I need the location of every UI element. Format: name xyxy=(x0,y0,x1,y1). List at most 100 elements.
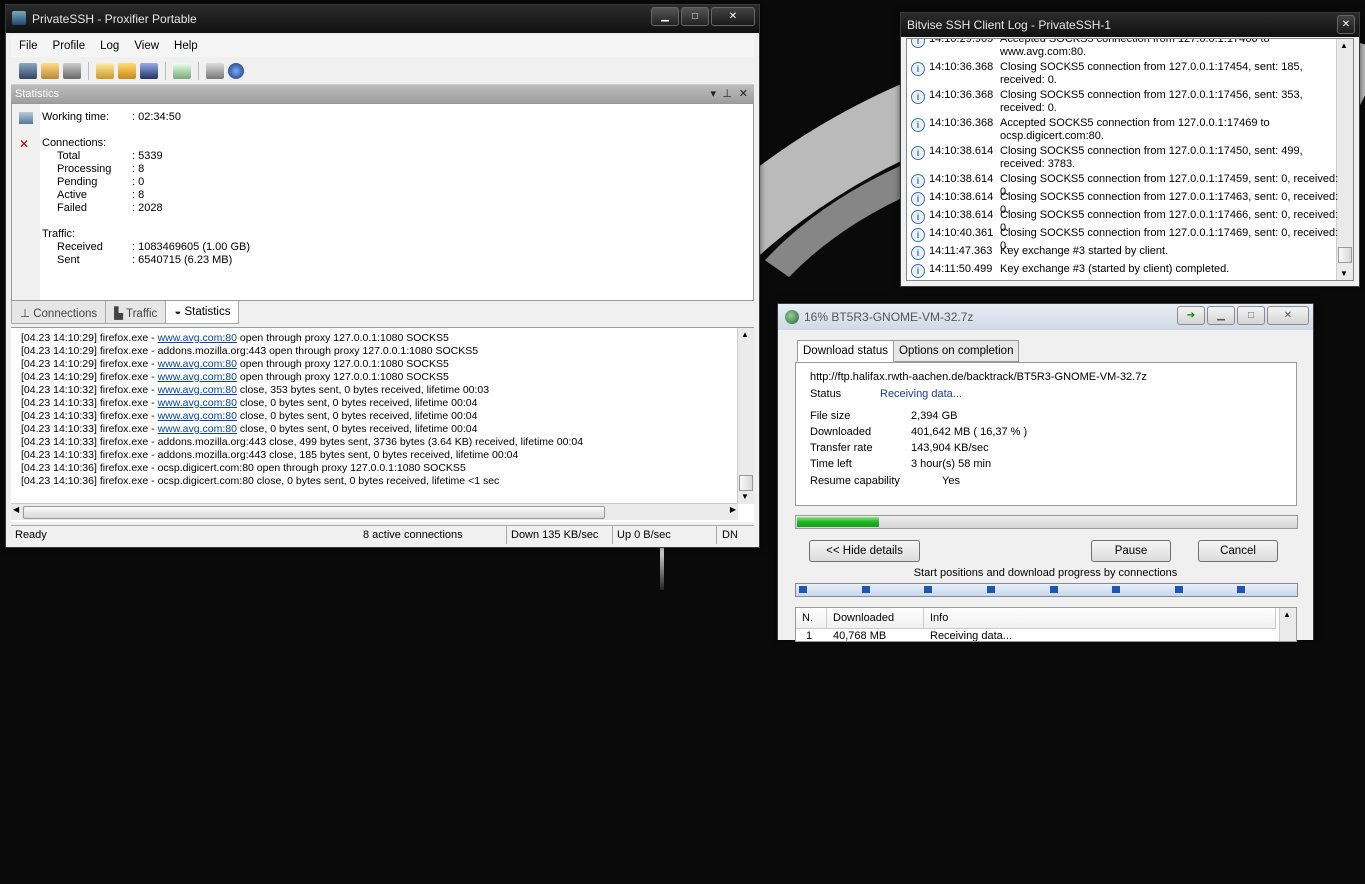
tab-traffic[interactable]: ▙ Traffic xyxy=(105,301,167,324)
log-line-link[interactable]: www.avg.com:80 xyxy=(158,397,237,409)
status-dns: DN xyxy=(722,529,738,541)
menu-log[interactable]: Log xyxy=(92,35,126,57)
help-icon[interactable] xyxy=(228,63,244,79)
table-scrollbar[interactable]: ▲ xyxy=(1279,608,1296,641)
table-row-n: 1 xyxy=(806,630,813,642)
resume-label: Resume capability xyxy=(810,475,900,487)
log-entry-time: 14:10:38.614 xyxy=(929,191,994,203)
proxifier-titlebar[interactable]: PrivateSSH - Proxifier Portable ▁ □ ✕ xyxy=(6,5,759,33)
tab-statistics[interactable]: ◒ Statistics xyxy=(165,301,240,324)
toolbar-separator xyxy=(88,62,89,80)
bitvise-scroll-thumb[interactable] xyxy=(1338,247,1352,263)
scroll-down-icon[interactable]: ▼ xyxy=(1340,269,1348,278)
log-entry-time: 14:10:38.614 xyxy=(929,209,994,221)
resume-value: Yes xyxy=(942,475,960,487)
download-details: http://ftp.halifax.rwth-aachen.de/backtr… xyxy=(795,362,1297,506)
log-hscroll-thumb[interactable] xyxy=(23,506,605,519)
col-header-downloaded[interactable]: Downloaded xyxy=(827,608,924,629)
menu-profile[interactable]: Profile xyxy=(45,35,93,57)
received-value: : 1083469605 (1.00 GB) xyxy=(132,241,251,253)
status-value: Receiving data... xyxy=(880,388,962,400)
export-icon[interactable] xyxy=(173,63,191,79)
total-label: Total xyxy=(57,150,81,162)
download-app-icon xyxy=(785,310,799,324)
scroll-up-icon[interactable]: ▲ xyxy=(1283,610,1291,619)
menu-file[interactable]: File xyxy=(11,35,45,57)
log-entry-time: 14:11:50.499 xyxy=(929,263,993,275)
close-button[interactable]: ✕ xyxy=(711,7,755,26)
bitvise-log-list[interactable]: ▲ ▼ i 14:10:29.909 Accepted SOCKS5 connect… xyxy=(906,38,1354,281)
log-line: [04.23 14:10:32] firefox.exe - www.avg.c… xyxy=(21,384,489,396)
sent-value: : 6540715 (6.23 MB) xyxy=(132,254,233,266)
bitvise-close-button[interactable]: ✕ xyxy=(1337,15,1355,34)
log-line-text: [04.23 14:10:36] firefox.exe - ocsp.digi… xyxy=(21,475,500,487)
save-profile-icon[interactable] xyxy=(140,63,158,79)
panel-menu-icon[interactable]: ▾ xyxy=(710,87,716,100)
log-entry-time: 14:10:36.368 xyxy=(929,89,994,101)
log-horizontal-scrollbar[interactable]: ◀ ▶ xyxy=(11,503,738,520)
scroll-left-icon[interactable]: ◀ xyxy=(13,505,19,514)
close-button[interactable]: ✕ xyxy=(1267,306,1309,325)
log-line-link[interactable]: www.avg.com:80 xyxy=(158,332,237,344)
panel-close-icon[interactable]: ✕ xyxy=(739,87,748,100)
pause-button[interactable]: Pause xyxy=(1091,540,1171,562)
time-left-label: Time left xyxy=(810,458,852,470)
scroll-right-icon[interactable]: ▶ xyxy=(730,505,736,514)
new-profile-icon[interactable] xyxy=(96,63,114,79)
log-line-link[interactable]: www.avg.com:80 xyxy=(158,371,237,383)
log-scroll-thumb[interactable] xyxy=(739,475,753,491)
maximize-button[interactable]: □ xyxy=(1237,306,1265,325)
proxifier-app-icon xyxy=(12,11,26,25)
panel-pin-icon[interactable]: ⊥ xyxy=(722,87,732,100)
desktop-decoration xyxy=(660,545,664,590)
download-window: 16% BT5R3-GNOME-VM-32.7z ➔ ▁ □ ✕ Downloa… xyxy=(777,303,1314,642)
log-vertical-scrollbar[interactable]: ▲ ▼ xyxy=(737,328,754,504)
pending-value: : 0 xyxy=(132,176,145,188)
scroll-up-icon[interactable]: ▲ xyxy=(1340,41,1348,50)
tab-download-status[interactable]: Download status xyxy=(797,340,895,362)
connections-table: N. Downloaded Info 1 40,768 MB Receiving… xyxy=(795,607,1297,642)
proxy-servers-icon[interactable] xyxy=(19,63,37,79)
log-line-text: [04.23 14:10:33] firefox.exe - addons.mo… xyxy=(21,436,584,448)
log-line-link[interactable]: www.avg.com:80 xyxy=(158,384,237,396)
menu-help[interactable]: Help xyxy=(166,35,205,57)
scroll-up-icon[interactable]: ▲ xyxy=(741,330,749,339)
received-label: Received xyxy=(57,241,103,253)
rules-icon[interactable] xyxy=(41,63,59,79)
scroll-down-icon[interactable]: ▼ xyxy=(741,492,749,501)
log-line-link[interactable]: www.avg.com:80 xyxy=(158,423,237,435)
log-line: [04.23 14:10:36] firefox.exe - ocsp.digi… xyxy=(21,475,499,487)
log-line-text: close, 0 bytes sent, 0 bytes received, l… xyxy=(236,410,478,422)
log-line-text: close, 0 bytes sent, 0 bytes received, l… xyxy=(236,423,478,435)
status-bar: Ready 8 active connections Down 135 KB/s… xyxy=(11,525,754,544)
info-icon: i xyxy=(911,90,925,104)
name-resolution-icon[interactable] xyxy=(63,63,81,79)
log-line-text: open through proxy 127.0.0.1:1080 SOCKS5 xyxy=(236,332,449,344)
log-entry-time: 14:10:29.909 xyxy=(929,38,994,45)
print-icon[interactable] xyxy=(206,63,224,79)
log-line-link[interactable]: www.avg.com:80 xyxy=(158,358,237,370)
minimize-button[interactable]: ▁ xyxy=(651,7,679,26)
connection-log[interactable]: ▲ ▼ [04.23 14:10:29] firefox.exe - www.a… xyxy=(11,327,754,522)
file-size-value: 2,394 GB xyxy=(911,410,958,422)
log-line-link[interactable]: www.avg.com:80 xyxy=(158,410,237,422)
minimize-button[interactable]: ▁ xyxy=(1207,306,1235,325)
col-header-n[interactable]: N. xyxy=(796,608,827,629)
col-header-info[interactable]: Info xyxy=(924,608,1276,629)
maximize-button[interactable]: □ xyxy=(681,7,709,26)
working-time-value: : 02:34:50 xyxy=(132,111,181,123)
download-progress-fill xyxy=(797,517,879,527)
send-to-tray-icon[interactable]: ➔ xyxy=(1177,306,1205,325)
log-entry-time: 14:10:36.368 xyxy=(929,61,994,73)
download-titlebar[interactable]: 16% BT5R3-GNOME-VM-32.7z ➔ ▁ □ ✕ xyxy=(778,304,1313,330)
open-profile-icon[interactable] xyxy=(118,63,136,79)
bitvise-titlebar[interactable]: Bitvise SSH Client Log - PrivateSSH-1 ✕ xyxy=(901,13,1359,37)
active-value: : 8 xyxy=(132,189,145,201)
tab-connections[interactable]: ⊥ Connections xyxy=(11,301,107,324)
hide-details-button[interactable]: << Hide details xyxy=(809,540,920,562)
cancel-button[interactable]: Cancel xyxy=(1198,540,1278,562)
menu-view[interactable]: View xyxy=(126,35,166,57)
download-tabs: Download status Options on completion xyxy=(797,340,1020,362)
window-title: PrivateSSH - Proxifier Portable xyxy=(32,12,197,26)
tab-options-on-completion[interactable]: Options on completion xyxy=(893,340,1020,362)
